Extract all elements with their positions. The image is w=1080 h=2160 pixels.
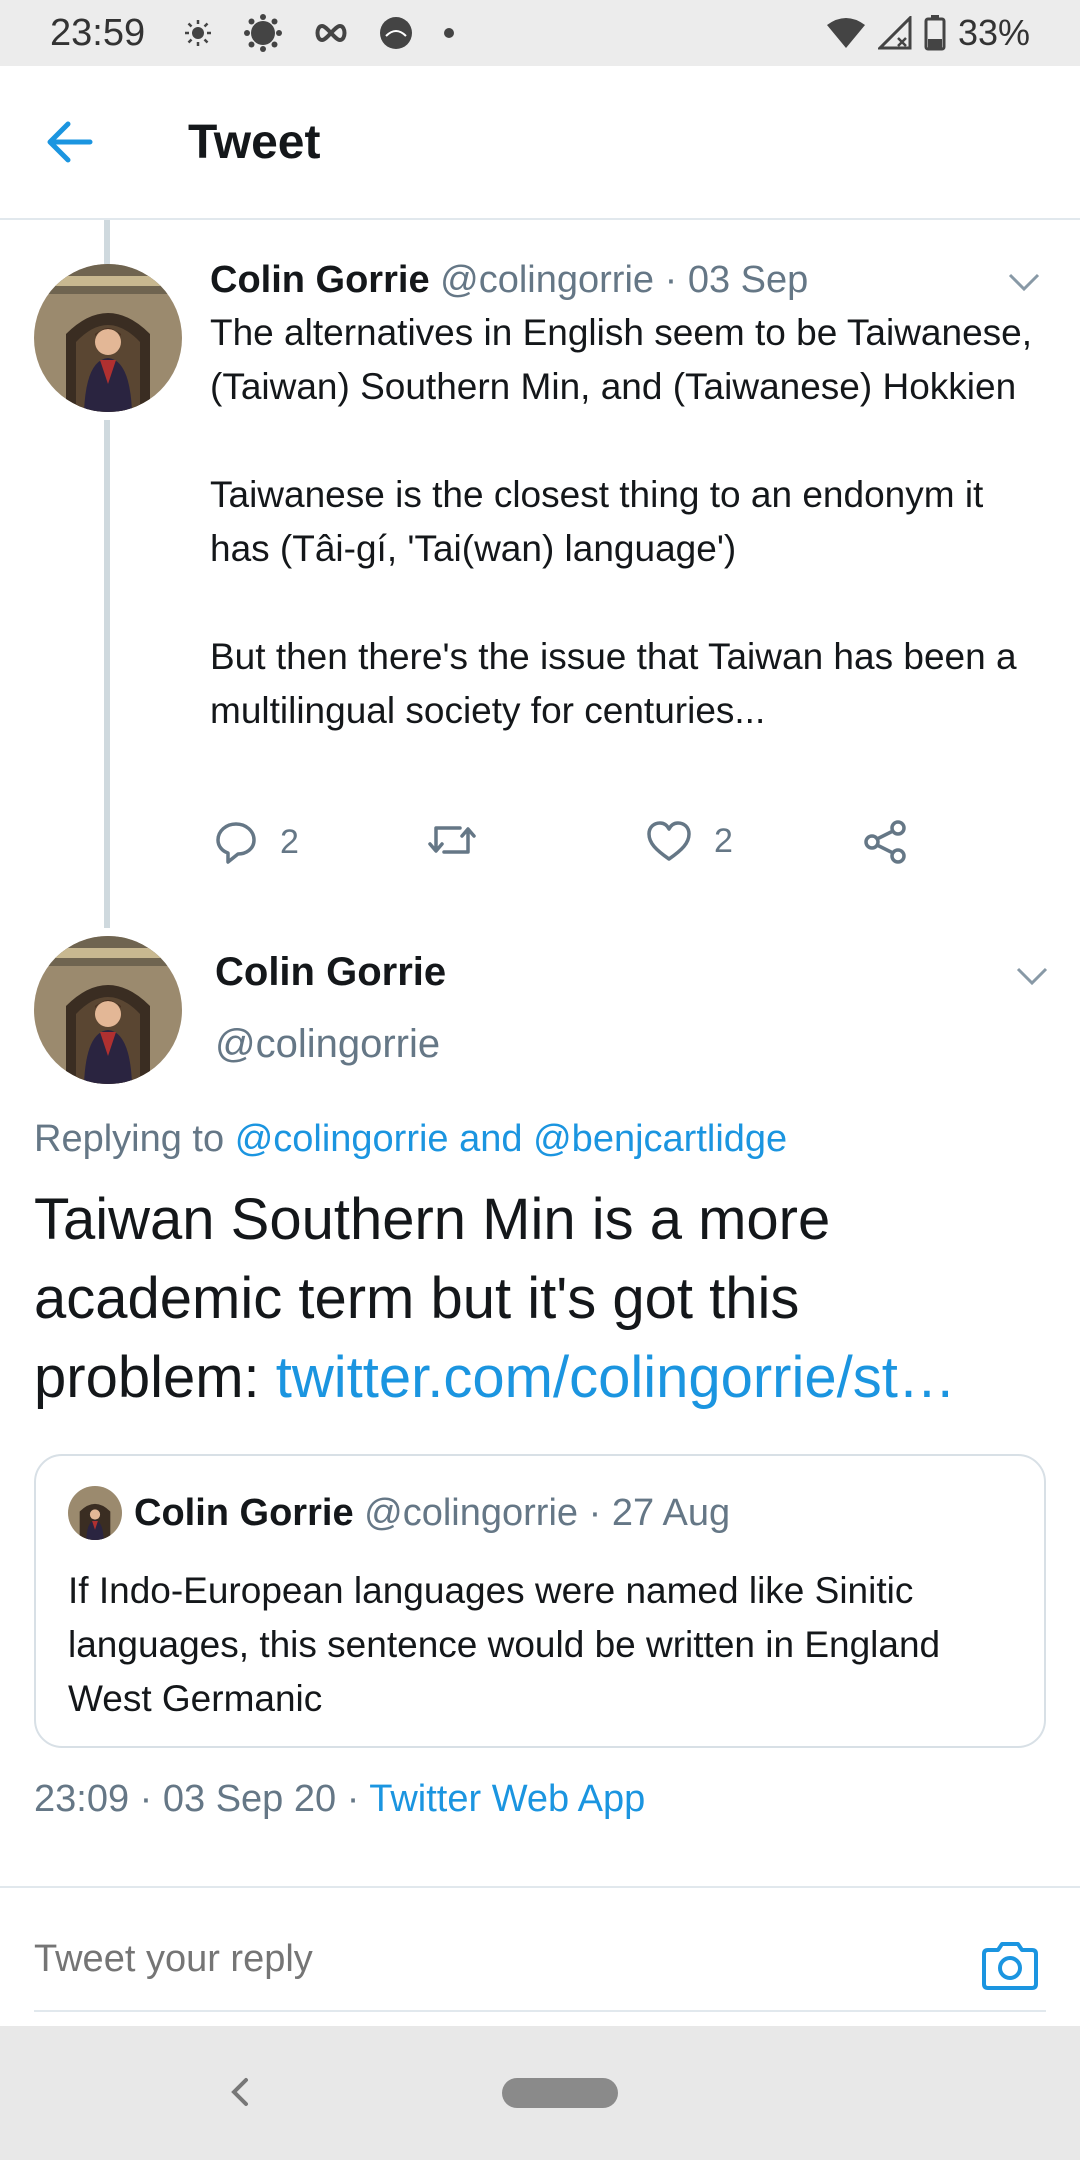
reply-composer (34, 1930, 1046, 2010)
main-avatar[interactable] (34, 936, 182, 1084)
chevron-down-icon (1008, 273, 1040, 292)
quoted-date: 27 Aug (611, 1492, 731, 1534)
share-button[interactable] (862, 820, 908, 864)
retweet-icon (428, 826, 476, 854)
retweet-button[interactable] (426, 820, 478, 860)
like-button[interactable]: 2 (646, 820, 733, 862)
lime-icon (379, 16, 413, 50)
quoted-header: Colin Gorrie @colingorrie · 27 Aug (134, 1486, 730, 1540)
system-nav-bar (0, 2026, 1080, 2160)
quoted-author-handle: @colingorrie (364, 1492, 579, 1534)
quoted-separator: · (588, 1492, 602, 1534)
tweet-time: 23:09 (34, 1778, 130, 1820)
tweet-date: 03 Sep 20 (162, 1778, 337, 1820)
quoted-avatar (68, 1486, 122, 1540)
quoted-author-name: Colin Gorrie (134, 1492, 354, 1534)
app-bar: Tweet (0, 66, 1080, 220)
thread-connector (104, 420, 110, 928)
status-time: 23:59 (50, 11, 146, 54)
battery-percent: 33% (957, 12, 1030, 53)
tweet-timestamp: 23:09 · 03 Sep 20 · Twitter Web App (34, 1778, 645, 1821)
parent-avatar[interactable] (34, 264, 182, 412)
status-bar: 23:59 33% (0, 0, 1080, 66)
tweet-detail-screen: 23:59 33% Tweet Colin Gorrie @colingorri… (0, 0, 1080, 2160)
infinity-icon (313, 22, 349, 44)
main-text-line: Taiwan Southern Min is a more (34, 1187, 831, 1252)
parent-author-name[interactable]: Colin Gorrie (210, 259, 430, 301)
replying-user-link[interactable]: @colingorrie (235, 1118, 449, 1160)
parent-tweet-header: Colin Gorrie @colingorrie · 03 Sep (210, 254, 1040, 306)
parent-author-handle[interactable]: @colingorrie (440, 259, 654, 301)
like-count: 2 (714, 821, 733, 860)
dot-icon (443, 27, 455, 39)
parent-paragraph: But then there's the issue that Taiwan h… (210, 636, 1017, 731)
tweet-source-link[interactable]: Twitter Web App (369, 1778, 645, 1820)
wifi-icon (826, 17, 866, 49)
replying-prefix: Replying to (34, 1118, 225, 1160)
back-button[interactable] (0, 65, 150, 219)
replying-and: and (459, 1118, 523, 1160)
page-title: Tweet (188, 115, 321, 169)
parent-paragraph: Taiwanese is the closest thing to an end… (210, 474, 984, 569)
battery-icon (924, 15, 946, 51)
back-arrow-icon (47, 121, 93, 163)
sun-icon (243, 13, 283, 53)
thread-connector-top (104, 220, 110, 264)
nav-home-pill[interactable] (502, 2078, 618, 2108)
parent-separator: · (664, 259, 678, 301)
quoted-tweet[interactable]: Colin Gorrie @colingorrie · 27 Aug If In… (34, 1454, 1046, 1748)
parent-more-button[interactable] (1004, 262, 1044, 302)
share-icon (864, 820, 906, 864)
camera-icon (982, 1942, 1038, 1990)
camera-button[interactable] (974, 1930, 1046, 2002)
heart-icon (647, 821, 691, 861)
main-text-line: problem: twitter.com/colingorrie/st… (34, 1338, 1044, 1417)
main-author-name[interactable]: Colin Gorrie (215, 950, 446, 995)
reply-button[interactable]: 2 (214, 820, 299, 864)
reply-count: 2 (280, 822, 299, 861)
main-text-plain: problem: (34, 1345, 276, 1410)
parent-tweet[interactable]: Colin Gorrie @colingorrie · 03 Sep The a… (210, 254, 1040, 738)
replying-to: Replying to @colingorrie and @benjcartli… (34, 1118, 787, 1161)
parent-paragraph: The alternatives in English seem to be T… (210, 312, 1033, 407)
replying-user-link[interactable]: @benjcartlidge (533, 1118, 787, 1160)
divider (0, 1886, 1080, 1888)
reply-underline (34, 2010, 1046, 2012)
quoted-text: If Indo-European languages were named li… (68, 1570, 941, 1719)
parent-tweet-text: The alternatives in English seem to be T… (210, 306, 1040, 738)
main-more-button[interactable] (1012, 956, 1052, 996)
main-text-line: academic term but it's got this (34, 1266, 800, 1331)
brightness-icon (183, 18, 213, 48)
reply-input[interactable] (34, 1938, 834, 1981)
main-tweet-text: Taiwan Southern Min is a more academic t… (34, 1180, 1044, 1417)
tweet-url-link[interactable]: twitter.com/colingorrie/st… (276, 1345, 956, 1410)
chevron-left-icon (231, 2078, 248, 2106)
parent-action-bar: 2 2 (210, 820, 970, 880)
chevron-down-icon (1016, 967, 1048, 986)
status-system-icons: 33% (826, 12, 1030, 54)
main-author-handle[interactable]: @colingorrie (215, 1022, 440, 1067)
timestamp-separator: · (139, 1778, 153, 1820)
nav-back-button[interactable] (210, 2062, 270, 2122)
timestamp-separator: · (346, 1778, 360, 1820)
parent-date[interactable]: 03 Sep (688, 259, 808, 301)
reply-icon (216, 822, 256, 864)
status-notification-icons (183, 13, 455, 53)
signal-icon (877, 16, 912, 50)
